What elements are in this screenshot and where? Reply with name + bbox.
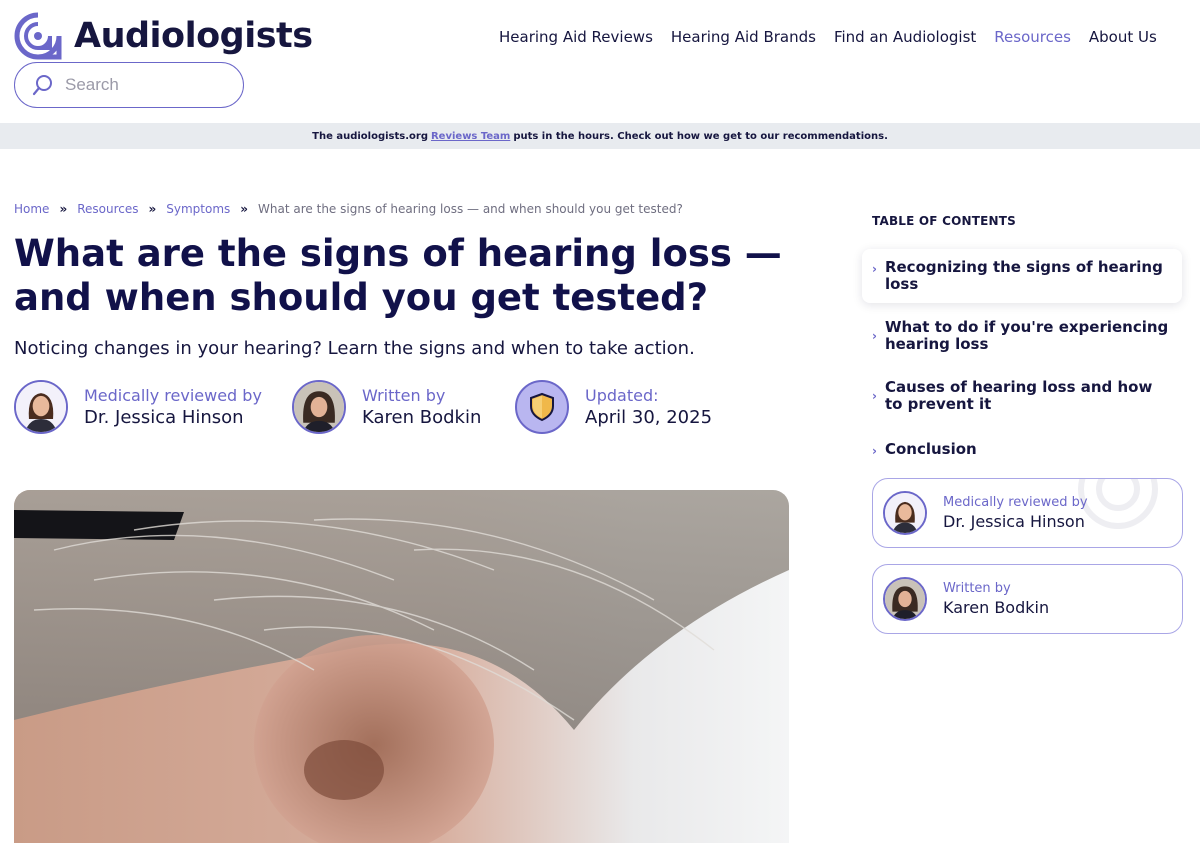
toc-heading: TABLE OF CONTENTS (872, 214, 1016, 228)
shield-icon (515, 380, 569, 434)
toc-item-label: Conclusion (884, 440, 977, 458)
main-nav: Hearing Aid Reviews Hearing Aid Brands F… (499, 28, 1157, 46)
writer-name[interactable]: Karen Bodkin (943, 598, 1049, 617)
banner-prefix: The audiologists.org (312, 130, 428, 142)
logo-text: Audiologists (74, 16, 313, 56)
chevron-right-icon: › (872, 389, 877, 403)
nav-hearing-aid-reviews[interactable]: Hearing Aid Reviews (499, 28, 653, 46)
chevron-right-icon: › (872, 329, 877, 343)
toc-item-causes[interactable]: › Causes of hearing loss and how to prev… (862, 369, 1182, 423)
nav-find-audiologist[interactable]: Find an Audiologist (834, 28, 976, 46)
reviewer-meta[interactable]: Medically reviewed by Dr. Jessica Hinson (14, 380, 262, 434)
breadcrumb-separator-icon: » (240, 202, 249, 216)
hero-image (14, 490, 789, 843)
writer-meta[interactable]: Written by Karen Bodkin (292, 380, 481, 434)
toc-item-label: Recognizing the signs of hearing loss (884, 258, 1163, 293)
reviewer-name[interactable]: Dr. Jessica Hinson (943, 512, 1088, 531)
nav-about-us[interactable]: About Us (1089, 28, 1157, 46)
reviewer-avatar (14, 380, 68, 434)
updated-date: April 30, 2025 (585, 407, 713, 428)
toc-item-recognizing-signs[interactable]: › Recognizing the signs of hearing loss (862, 249, 1182, 303)
reviews-team-banner: The audiologists.org Reviews Team puts i… (0, 123, 1200, 149)
breadcrumb-resources[interactable]: Resources (77, 202, 138, 216)
sidebar-writer-card[interactable]: Written by Karen Bodkin (872, 564, 1183, 634)
updated-meta: Updated: April 30, 2025 (515, 380, 712, 434)
toc-item-label: Causes of hearing loss and how to preven… (884, 378, 1153, 413)
nav-hearing-aid-brands[interactable]: Hearing Aid Brands (671, 28, 816, 46)
logo-icon (14, 12, 62, 60)
sidebar-reviewer-card[interactable]: Medically reviewed by Dr. Jessica Hinson (872, 478, 1183, 548)
writer-avatar (883, 577, 927, 621)
table-of-contents: › Recognizing the signs of hearing loss … (862, 249, 1182, 470)
reviewer-avatar (883, 491, 927, 535)
page-title: What are the signs of hearing loss — and… (14, 232, 782, 319)
page-subtitle: Noticing changes in your hearing? Learn … (14, 338, 695, 359)
reviewer-label: Medically reviewed by (943, 495, 1088, 510)
reviews-team-link[interactable]: Reviews Team (431, 131, 510, 142)
chevron-right-icon: › (872, 444, 877, 458)
search-icon (32, 75, 52, 96)
writer-label: Written by (943, 581, 1011, 596)
banner-suffix: puts in the hours. Check out how we get … (513, 130, 888, 142)
toc-item-label: What to do if you're experiencing hearin… (884, 318, 1169, 353)
toc-item-conclusion[interactable]: › Conclusion (862, 431, 1182, 470)
toc-item-what-to-do[interactable]: › What to do if you're experiencing hear… (862, 309, 1182, 363)
writer-name[interactable]: Karen Bodkin (362, 407, 481, 428)
search-input[interactable] (65, 75, 215, 95)
site-logo[interactable]: Audiologists (14, 12, 313, 60)
search-box[interactable] (14, 62, 244, 108)
reviewer-name[interactable]: Dr. Jessica Hinson (84, 407, 262, 428)
updated-label: Updated: (585, 386, 659, 405)
breadcrumb: Home » Resources » Symptoms » What are t… (14, 202, 683, 216)
breadcrumb-home[interactable]: Home (14, 202, 49, 216)
breadcrumb-current: What are the signs of hearing loss — and… (258, 202, 683, 216)
reviewer-label: Medically reviewed by (84, 386, 262, 405)
writer-avatar (292, 380, 346, 434)
breadcrumb-symptoms[interactable]: Symptoms (166, 202, 230, 216)
writer-label: Written by (362, 386, 446, 405)
nav-resources[interactable]: Resources (994, 28, 1071, 46)
chevron-right-icon: › (872, 262, 877, 276)
breadcrumb-separator-icon: » (59, 202, 68, 216)
breadcrumb-separator-icon: » (148, 202, 157, 216)
